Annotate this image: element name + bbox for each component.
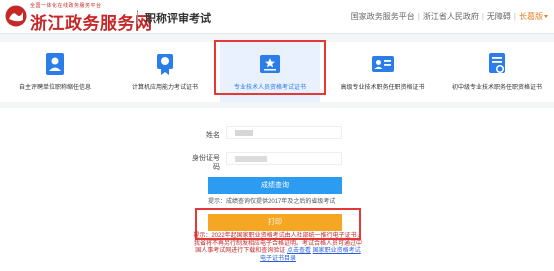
chevron-down-icon [544,15,548,18]
query-button[interactable]: 成绩查询 [208,177,342,194]
id-number-input[interactable] [226,152,342,165]
person-badge-icon [46,53,64,75]
highlight-box [214,40,326,95]
link-provincial-gov[interactable]: 浙江省人民政府 [423,11,479,22]
tab-label: 初中级专业技术职务任职资格证书 [451,85,542,91]
name-label: 姓名 [206,132,220,139]
zhejiang-emblem-icon [4,4,28,28]
logo-title[interactable]: 浙江政务服务网 [30,9,153,34]
top-links: 国家政务服务平台 | 浙江省人民政府 | 无障碍 | 长葛版 [351,11,548,22]
id-label: 身份证号码 [192,155,220,171]
tab-junior-title[interactable]: 初中级专业技术职务任职资格证书 [440,42,554,102]
id-card-icon [371,56,394,72]
link-accessibility[interactable]: 无障碍 [487,11,511,22]
notice-text: 提示：2022年起国家职业资格考试由人社部统一推行电子证书，我省将不再另行制发相… [193,233,363,263]
region-selector[interactable]: 长葛版 [519,11,543,22]
link-divider: | [481,12,484,21]
tab-label: 自主评聘单位职称缩任信息 [18,85,91,91]
logo-subtitle: 全国一体化在线政务服务平台 [30,3,102,9]
name-input[interactable] [226,126,342,139]
header-divider [137,10,138,24]
masked-value [235,130,253,136]
tab-senior-title[interactable]: 高级专业技术职务任职资格证书 [325,42,440,102]
link-divider: | [417,12,420,21]
page-title: 职称评审考试 [145,13,211,25]
tab-label: 计算机应用能力考试证书 [131,85,198,91]
tab-computer-exam[interactable]: 计算机应用能力考试证书 [110,42,220,102]
award-medal-icon [157,54,173,75]
masked-value [235,156,267,162]
link-divider: | [513,12,516,21]
tab-label: 高级专业技术职务任职资格证书 [340,85,425,91]
query-hint: 提示：成绩查询仅提供2017年及之后的省级考试 [208,199,336,205]
notice-link[interactable]: 点击查看 [287,248,311,254]
link-national-platform[interactable]: 国家政务服务平台 [351,11,415,22]
tab-self-appointment[interactable]: 自主评聘单位职称缩任信息 [0,42,110,102]
document-seal-icon [489,53,505,73]
site-header: 全国一体化在线政务服务平台 浙江政务服务网 职称评审考试 国家政务服务平台 | … [0,0,554,34]
